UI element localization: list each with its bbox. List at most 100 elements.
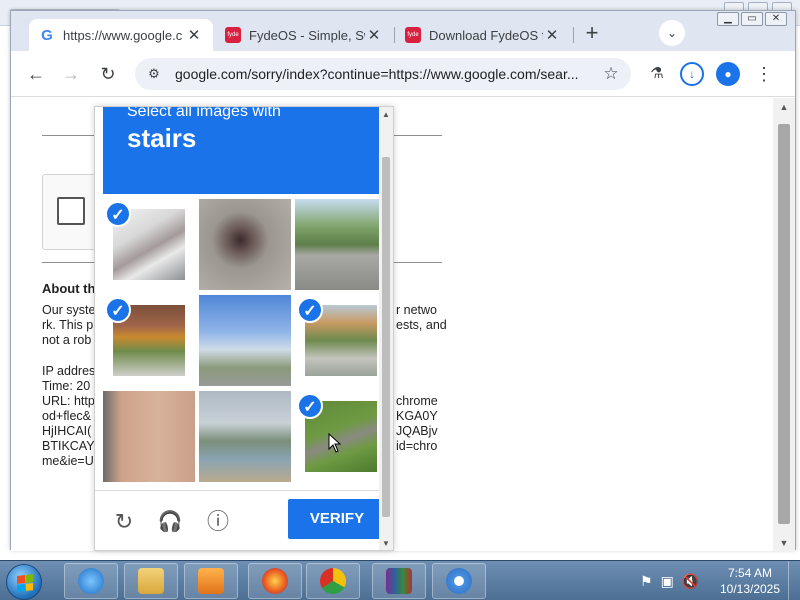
google-g-icon: G [41, 26, 53, 44]
audio-challenge-icon[interactable]: 🎧 [157, 509, 183, 535]
url-line: me&ie=U [42, 454, 94, 468]
image-tile[interactable] [103, 391, 195, 482]
tab-title: Download FydeOS fo [429, 27, 543, 43]
firefox-icon[interactable] [248, 563, 302, 599]
fydeos-icon: fyde [225, 27, 241, 43]
start-button[interactable] [6, 564, 42, 600]
reload-challenge-icon[interactable]: ↻ [111, 509, 137, 535]
action-center-flag-icon[interactable]: ⚑ [640, 573, 653, 590]
scroll-up-arrow[interactable]: ▲ [779, 102, 789, 112]
close-window-button[interactable]: ✕ [765, 12, 787, 26]
show-desktop-button[interactable] [788, 561, 800, 600]
image-tile[interactable] [199, 295, 291, 386]
url-line: URL: http [42, 394, 95, 408]
tab-search-button[interactable]: ⌄ [659, 20, 685, 46]
ip-address-line: IP addres [42, 364, 96, 378]
address-bar[interactable]: ⚙ google.com/sorry/index?continue=https:… [135, 58, 631, 90]
clock-time: 7:54 AM [727, 566, 773, 580]
browser-menu-icon[interactable]: ⋮ [752, 62, 776, 86]
time-line: Time: 20 [42, 379, 91, 393]
system-clock[interactable]: 7:54 AM 10/13/2025 [714, 565, 786, 597]
chrome-window: G https://www.google.c ✕ fyde FydeOS - S… [10, 10, 796, 551]
winrar-icon[interactable] [372, 563, 426, 599]
help-info-icon[interactable]: ⓘ [205, 509, 231, 535]
about-heading: About th [42, 281, 96, 296]
scroll-down-arrow[interactable]: ▼ [779, 538, 789, 548]
image-tile[interactable]: ✓ [103, 295, 195, 386]
download-icon[interactable]: ↓ [680, 62, 704, 86]
tab-strip: G https://www.google.c ✕ fyde FydeOS - S… [11, 11, 795, 51]
tab-google-sorry[interactable]: G https://www.google.c ✕ [29, 19, 213, 51]
volume-muted-icon[interactable]: 🔇 [682, 573, 699, 590]
url-line: HjIHCAI( [42, 424, 92, 438]
tab-title: FydeOS - Simple, Swi [249, 27, 365, 43]
tab-close-icon[interactable]: ✕ [365, 26, 383, 44]
forward-button[interactable]: → [58, 62, 84, 86]
challenge-scroll-up[interactable]: ▲ [380, 110, 392, 119]
fydeos-icon: fyde [405, 27, 421, 43]
url-line: BTIKCAY [42, 439, 95, 453]
url-line-fragment: KGA0Y [396, 409, 438, 423]
image-tile[interactable]: ✓ [295, 295, 387, 386]
mouse-cursor-icon [328, 433, 342, 453]
url-line-fragment: chrome [396, 394, 438, 408]
image-tile[interactable] [199, 199, 291, 290]
image-tile[interactable] [199, 391, 291, 482]
back-button[interactable]: ← [23, 62, 49, 86]
body-line: rk. This p [42, 318, 94, 332]
page-scrollbar[interactable]: ▲ ▼ [773, 98, 795, 551]
window-controls: ▁ ▭ ✕ [717, 12, 787, 26]
media-player-icon[interactable] [184, 563, 238, 599]
chromium-icon[interactable] [432, 563, 486, 599]
verify-button[interactable]: VERIFY [288, 499, 386, 539]
bookmark-star-icon[interactable]: ☆ [601, 64, 621, 84]
network-icon[interactable]: ▣ [661, 573, 674, 590]
body-line: Our syste [42, 303, 96, 317]
tab-separator [573, 27, 574, 43]
selected-check-icon: ✓ [297, 393, 323, 419]
clock-date: 10/13/2025 [719, 582, 781, 596]
scrollbar-thumb[interactable] [778, 124, 790, 524]
url-text[interactable]: google.com/sorry/index?continue=https://… [175, 66, 601, 82]
browser-toolbar: ← → ↻ ⚙ google.com/sorry/index?continue=… [11, 51, 795, 97]
site-info-icon[interactable]: ⚙ [145, 66, 163, 82]
chrome-canary-icon[interactable] [306, 563, 360, 599]
challenge-scroll-down[interactable]: ▼ [380, 539, 392, 548]
url-line-fragment: id=chro [396, 439, 438, 453]
url-line-fragment: JQABjv [396, 424, 438, 438]
tab-close-icon[interactable]: ✕ [543, 26, 561, 44]
image-tile[interactable]: ✓ [103, 199, 195, 290]
traffic-light-image [199, 295, 291, 386]
internet-explorer-icon[interactable] [64, 563, 118, 599]
body-line: not a rob [42, 333, 92, 347]
body-line-fragment: ests, and [396, 318, 447, 332]
recaptcha-anchor [42, 174, 102, 250]
building-image [103, 391, 195, 482]
selected-check-icon: ✓ [297, 297, 323, 323]
maximize-button[interactable]: ▭ [741, 12, 763, 26]
image-tile[interactable] [295, 199, 387, 290]
challenge-target: stairs [127, 123, 197, 153]
minimize-button[interactable]: ▁ [717, 12, 739, 26]
shoreline-image [199, 391, 291, 482]
street-image [295, 199, 387, 290]
recaptcha-challenge: Select all images with stairs ✓ ✓ ✓ ✓ ↻ … [94, 106, 394, 551]
challenge-scroll-thumb[interactable] [382, 157, 390, 517]
tab-close-icon[interactable]: ✕ [185, 26, 203, 44]
tab-download-fydeos[interactable]: fyde Download FydeOS fo ✕ [395, 19, 571, 51]
file-explorer-icon[interactable] [124, 563, 178, 599]
motorcycle-image [199, 199, 291, 290]
new-tab-button[interactable]: + [577, 20, 607, 48]
taskbar: ⚑ ▣ 🔇 7:54 AM 10/13/2025 [0, 560, 800, 600]
challenge-scrollbar[interactable]: ▲ ▼ [379, 107, 393, 550]
reload-button[interactable]: ↻ [95, 62, 121, 86]
labs-flask-icon[interactable]: ⚗ [645, 62, 669, 86]
url-line: od+flec& [42, 409, 91, 423]
windows-logo-icon [17, 574, 33, 592]
tab-fydeos-simple[interactable]: fyde FydeOS - Simple, Swi ✕ [215, 19, 393, 51]
not-a-robot-checkbox[interactable] [57, 197, 85, 225]
challenge-instruction: Select all images with [127, 106, 281, 120]
selected-check-icon: ✓ [105, 297, 131, 323]
profile-avatar-icon[interactable]: ● [716, 62, 740, 86]
body-line-fragment: r netwo [396, 303, 437, 317]
